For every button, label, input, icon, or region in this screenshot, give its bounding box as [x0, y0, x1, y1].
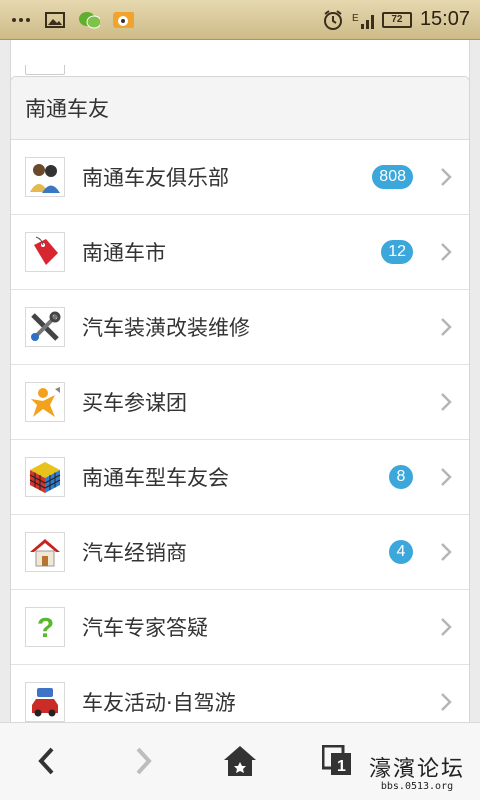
wechat-icon [78, 9, 100, 31]
count-badge: 4 [389, 540, 413, 564]
section-title: 南通车友 [11, 77, 469, 140]
forum-label: 汽车经销商 [82, 541, 187, 565]
chevron-right-icon [431, 167, 461, 187]
tools-icon [25, 307, 65, 347]
forum-label: 南通车市 [82, 241, 166, 265]
tabs-count: 1 [337, 758, 346, 775]
forum-label: 车友活动·自驾游 [82, 691, 236, 715]
svg-text:E: E [352, 13, 359, 24]
chevron-right-icon [431, 617, 461, 637]
forum-row[interactable]: 汽车装潢改装维修 [11, 290, 469, 365]
forum-label: 买车参谋团 [82, 391, 187, 415]
forum-row[interactable]: 南通车型车友会 8 [11, 440, 469, 515]
chevron-right-icon [431, 392, 461, 412]
forum-row[interactable]: ? 汽车专家答疑 [11, 590, 469, 665]
count-badge: 12 [381, 240, 413, 264]
people-icon [25, 157, 65, 197]
forum-row[interactable]: 买车参谋团 [11, 365, 469, 440]
forum-row[interactable]: 车友活动·自驾游 [11, 665, 469, 722]
status-bar: E 72 15:07 [0, 0, 480, 40]
chevron-right-icon [431, 542, 461, 562]
forum-row[interactable]: 汽车经销商 4 [11, 515, 469, 590]
weibo-icon [112, 9, 134, 31]
sale-tag-icon [25, 232, 65, 272]
count-badge: 808 [372, 165, 413, 189]
chevron-right-icon [431, 467, 461, 487]
home-icon[interactable] [220, 741, 260, 781]
more-icon [10, 9, 32, 31]
car-luggage-icon [25, 682, 65, 722]
gallery-icon [44, 9, 66, 31]
forum-label: 汽车专家答疑 [82, 616, 208, 640]
count-badge: 8 [389, 465, 413, 489]
clock: 15:07 [419, 8, 470, 30]
forum-label: 南通车友俱乐部 [82, 166, 229, 190]
battery-indicator: 72 [381, 11, 412, 28]
forum-row[interactable]: 南通车市 12 [11, 215, 469, 290]
chevron-right-icon [431, 317, 461, 337]
bottom-nav: 1 濠濱论坛 bbs.0513.org [0, 722, 480, 800]
question-icon: ? [25, 607, 65, 647]
alarm-icon [322, 9, 344, 31]
svg-text:?: ? [37, 612, 54, 643]
forum-label: 南通车型车友会 [82, 466, 229, 490]
tabs-button[interactable]: 1 [318, 741, 358, 781]
previous-item-stub [25, 65, 65, 75]
house-icon [25, 532, 65, 572]
section-card: 南通车友 南通车友俱乐部 808 南通车市 12 汽车装潢改装维修 买车参谋团 … [10, 76, 470, 722]
forum-list: 南通车友 南通车友俱乐部 808 南通车市 12 汽车装潢改装维修 买车参谋团 … [0, 40, 480, 722]
chevron-right-icon [431, 692, 461, 712]
back-icon[interactable] [26, 741, 66, 781]
forum-row[interactable]: 南通车友俱乐部 808 [11, 140, 469, 215]
forum-label: 汽车装潢改装维修 [82, 316, 250, 340]
chevron-right-icon [431, 242, 461, 262]
person-megaphone-icon [25, 382, 65, 422]
watermark-title: 濠濱论坛 [368, 757, 465, 782]
site-watermark: 濠濱论坛 bbs.0513.org [362, 751, 472, 797]
rubiks-cube-icon [25, 457, 65, 497]
signal-icon: E [352, 9, 374, 31]
forward-icon[interactable] [124, 741, 164, 781]
